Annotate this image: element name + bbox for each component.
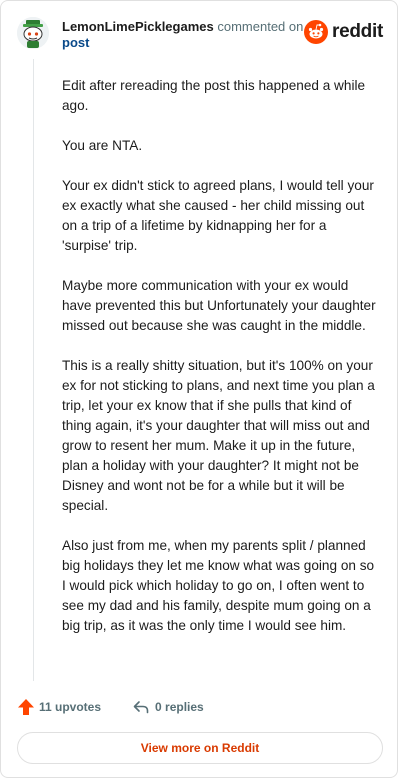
comment-paragraph: Also just from me, when my parents split… xyxy=(62,538,375,633)
comment-body: Edit after rereading the post this happe… xyxy=(62,76,376,656)
comment-header: LemonLimePicklegames commented on post r… xyxy=(17,17,383,53)
thread-line xyxy=(33,59,34,681)
reply-button[interactable]: 0 replies xyxy=(133,699,204,715)
commented-on-label: commented on xyxy=(217,19,304,34)
comment-paragraph: This is a really shitty situation, but i… xyxy=(62,358,375,513)
view-more-button[interactable]: View more on Reddit xyxy=(17,732,383,764)
username-link[interactable]: LemonLimePicklegames xyxy=(62,19,214,34)
comment-meta: LemonLimePicklegames commented on post xyxy=(62,19,303,51)
snoo-avatar-icon xyxy=(17,17,49,49)
comment-paragraph: Maybe more communication with your ex wo… xyxy=(62,278,376,333)
avatar[interactable] xyxy=(17,17,49,49)
reddit-brand[interactable]: reddit xyxy=(304,20,383,44)
comment-paragraph: You are NTA. xyxy=(62,138,143,153)
reply-count: 0 replies xyxy=(155,700,204,714)
upvote-arrow-icon[interactable] xyxy=(17,698,35,716)
post-link[interactable]: post xyxy=(62,35,89,50)
comment-paragraph: Edit after rereading the post this happe… xyxy=(62,78,366,113)
comment-card: LemonLimePicklegames commented on post r… xyxy=(0,0,398,778)
reply-arrow-icon xyxy=(133,701,149,714)
comment-footer: 11 upvotes 0 replies xyxy=(17,698,204,716)
comment-paragraph: Your ex didn't stick to agreed plans, I … xyxy=(62,178,374,253)
upvote-count: 11 upvotes xyxy=(39,700,102,714)
reddit-wordmark: reddit xyxy=(332,21,383,42)
reddit-logo-icon xyxy=(304,20,329,44)
